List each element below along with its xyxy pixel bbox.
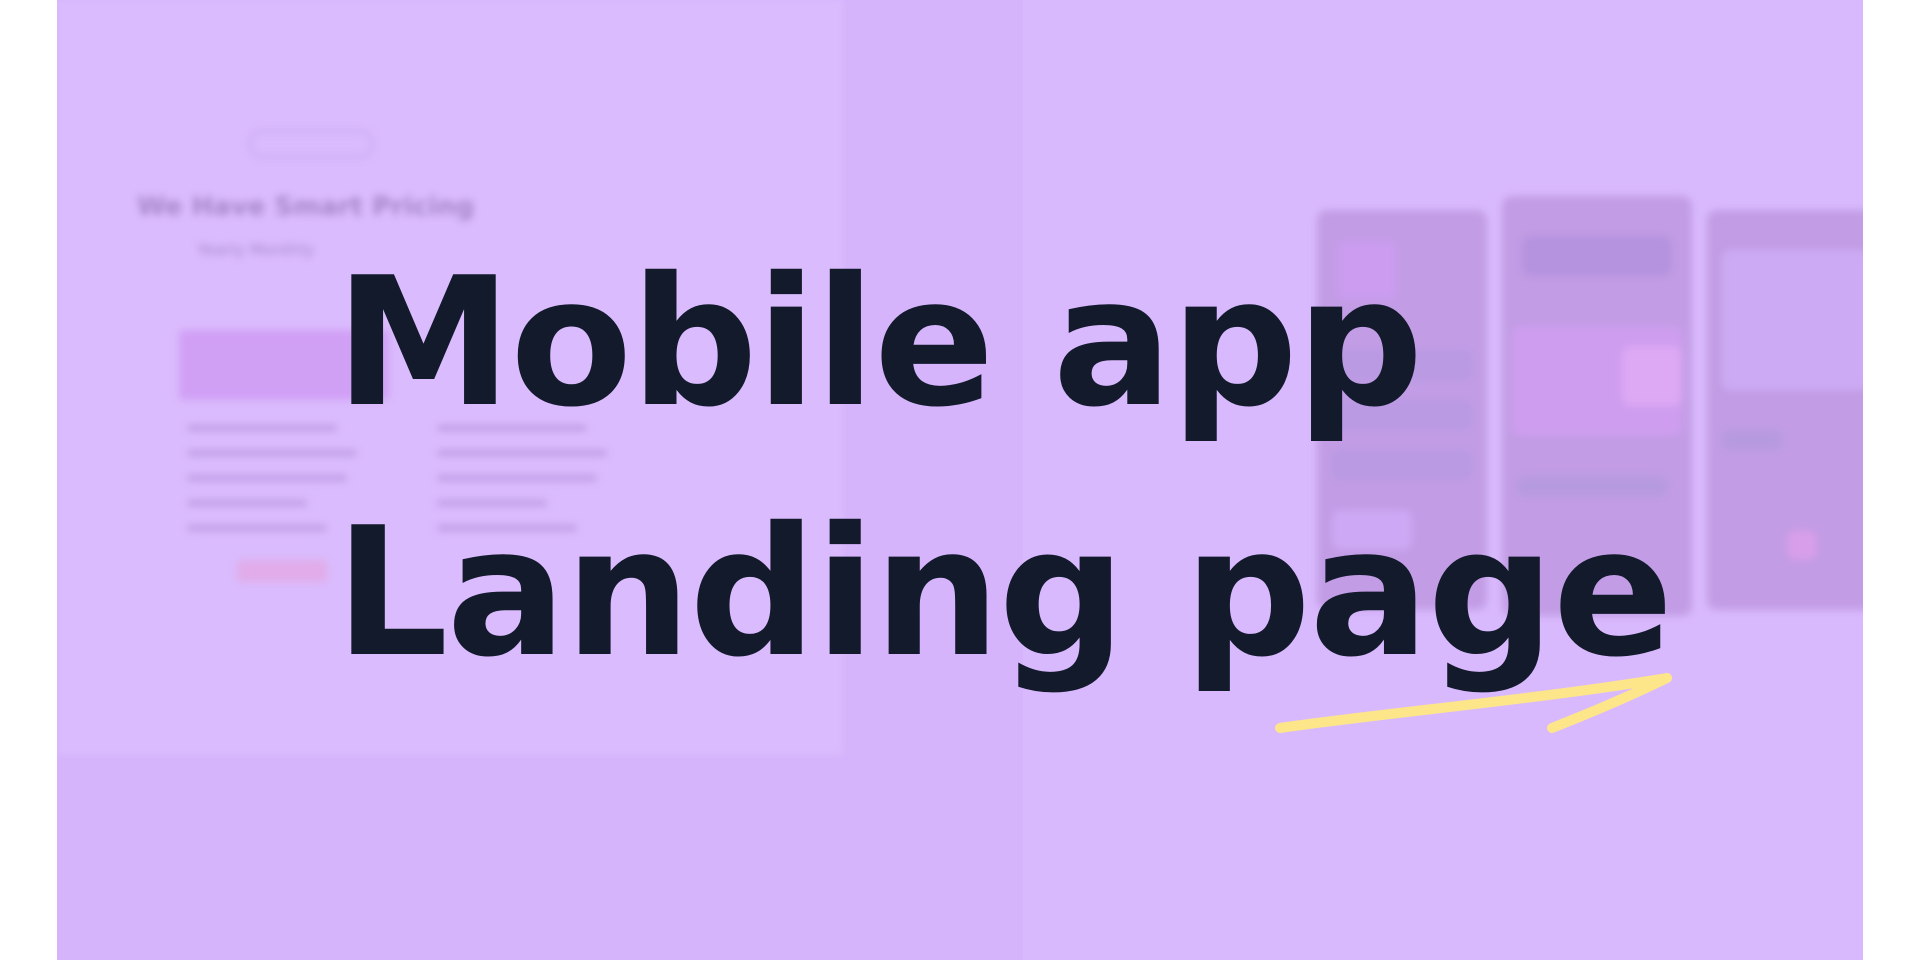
blurred-feature-line [187,500,307,506]
blurred-phone [1707,210,1863,610]
blurred-feature-line [187,450,357,456]
headline: Mobile app Landing page [335,218,1673,718]
blurred-cta-button [237,560,327,582]
blurred-billing-toggle: Yearly Monthly [197,240,314,259]
hero-banner: We Have Smart Pricing Yearly Monthly Mob… [57,0,1863,960]
blurred-feature-line [187,475,347,481]
headline-line-1: Mobile app [335,239,1424,446]
blurred-feature-line [187,425,337,431]
blurred-feature-line [187,525,327,531]
underline-arrow-icon [1275,673,1672,733]
blurred-pill [249,130,373,158]
